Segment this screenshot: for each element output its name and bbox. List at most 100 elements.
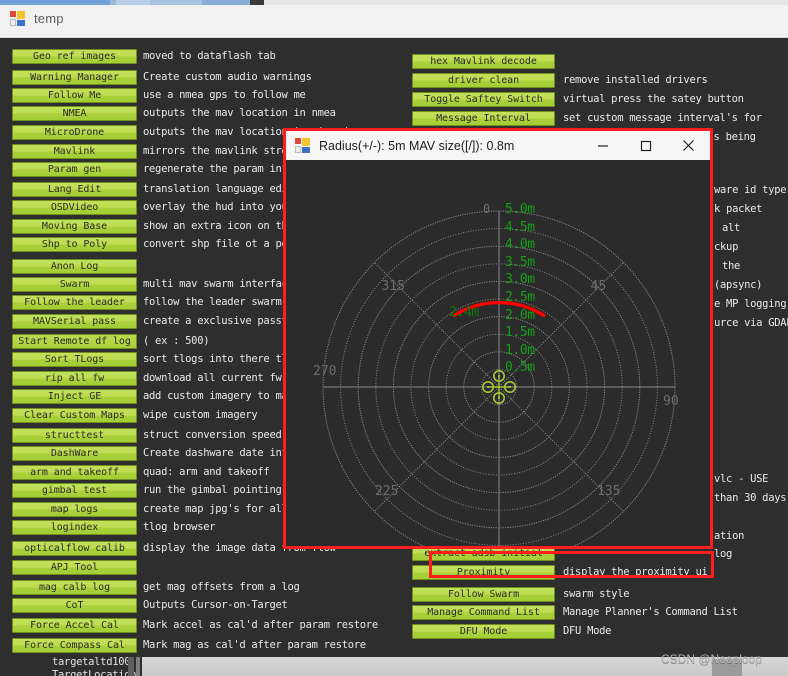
tool-button[interactable]: Follow Me bbox=[12, 88, 137, 103]
tool-description-clipped: vlc - USE bbox=[714, 473, 769, 485]
tool-button[interactable]: Param gen bbox=[12, 162, 137, 177]
host-tab-strip bbox=[0, 0, 788, 6]
tool-button[interactable]: opticalflow calib bbox=[12, 541, 137, 556]
minimize-icon[interactable] bbox=[581, 131, 624, 160]
tab-segment-4[interactable] bbox=[150, 0, 202, 5]
tool-button[interactable]: MAVSerial pass bbox=[12, 314, 137, 329]
tool-button[interactable]: Shp to Poly bbox=[12, 237, 137, 252]
tool-description: get mag offsets from a log bbox=[143, 581, 300, 593]
scrollbar-thumb[interactable] bbox=[136, 657, 140, 676]
tool-description: mirrors the mavlink stream bbox=[143, 145, 300, 157]
tool-description-clipped: urce via GDAL bbox=[714, 317, 788, 329]
tool-button[interactable]: Mavlink bbox=[12, 144, 137, 159]
tool-description-clipped: (apsync) bbox=[714, 279, 763, 291]
tool-button[interactable]: NMEA bbox=[12, 106, 137, 121]
tool-description-clipped: ware id type bbox=[714, 184, 787, 196]
tool-button[interactable]: Follow Swarm bbox=[412, 587, 555, 602]
tool-button[interactable]: Lang Edit bbox=[12, 182, 137, 197]
proximity-titlebar: Radius(+/-): 5m MAV size([/]): 0.8m bbox=[286, 131, 710, 160]
tool-description: use a nmea gps to follow me bbox=[143, 89, 306, 101]
tool-button[interactable]: Warning Manager bbox=[12, 70, 137, 85]
tab-segment-1[interactable] bbox=[0, 0, 110, 5]
tool-description-clipped: e MP logging bbox=[714, 298, 787, 310]
tool-button[interactable]: Sort TLogs bbox=[12, 352, 137, 367]
tool-button[interactable]: Force Accel Cal bbox=[12, 618, 137, 633]
tool-description: tlog browser bbox=[143, 521, 216, 533]
tab-segment-3[interactable] bbox=[116, 0, 150, 5]
tool-description-clipped: than 30 days bbox=[714, 492, 787, 504]
tool-description: regenerate the param info bbox=[143, 163, 294, 175]
tool-description: Mark accel as cal'd after param restore bbox=[143, 619, 378, 631]
tool-button[interactable]: logindex bbox=[12, 520, 137, 535]
tool-button[interactable]: MicroDrone bbox=[12, 125, 137, 140]
tool-button[interactable]: DFU Mode bbox=[412, 624, 555, 639]
tool-description: struct conversion speed bbox=[143, 429, 282, 441]
tool-description: Manage Planner's Command List bbox=[563, 606, 738, 618]
tool-description: outputs the mav location in nmea bbox=[143, 107, 336, 119]
tool-description: Create custom audio warnings bbox=[143, 71, 312, 83]
tool-description: quad: arm and takeoff bbox=[143, 466, 270, 478]
tool-description-clipped: ckup bbox=[714, 241, 739, 253]
screenshot-root: temp Geo ref images Warning Manager Follow… bbox=[0, 0, 788, 676]
app-window-icon bbox=[295, 137, 311, 154]
tool-description: add custom imagery to map bbox=[143, 390, 294, 402]
scrollbar-track[interactable] bbox=[128, 657, 134, 676]
tool-description-clipped: the bbox=[722, 260, 741, 272]
maximize-icon[interactable] bbox=[624, 131, 667, 160]
window-controls bbox=[581, 131, 710, 160]
bottom-strip-line2: TargetLocation bbox=[52, 669, 137, 676]
bottom-strip-line1: targetaltd100 bbox=[52, 657, 131, 668]
tool-description: swarm style bbox=[563, 588, 630, 600]
tool-description: download all current fw bbox=[143, 372, 282, 384]
tool-button[interactable]: hex Mavlink decode bbox=[412, 54, 555, 69]
proximity-window[interactable]: Radius(+/-): 5m MAV size([/]): 0.8m 5.0m… bbox=[283, 128, 713, 549]
tool-button[interactable]: Swarm bbox=[12, 277, 137, 292]
tool-description: Mark mag as cal'd after param restore bbox=[143, 639, 366, 651]
tool-button[interactable]: Manage Command List bbox=[412, 605, 555, 620]
tool-button[interactable]: Anon Log bbox=[12, 259, 137, 274]
tool-description: DFU Mode bbox=[563, 625, 612, 637]
tool-button[interactable]: APJ Tool bbox=[12, 560, 137, 575]
tool-description-clipped: log bbox=[714, 548, 733, 560]
tool-button[interactable]: Follow the leader bbox=[12, 295, 137, 310]
tool-button[interactable]: map logs bbox=[12, 502, 137, 517]
tool-button[interactable]: arm and takeoff bbox=[12, 465, 137, 480]
tool-button[interactable]: mag calb log bbox=[12, 580, 137, 595]
tool-button[interactable]: Toggle Saftey Switch bbox=[412, 92, 555, 107]
tool-button[interactable]: structtest bbox=[12, 428, 137, 443]
tool-button[interactable]: OSDVideo bbox=[12, 200, 137, 215]
tool-description: follow the leader swarm bbox=[143, 296, 282, 308]
proximity-window-title: Radius(+/-): 5m MAV size([/]): 0.8m bbox=[319, 138, 515, 153]
tool-description: display the proximity ui bbox=[563, 566, 708, 578]
tool-description: multi mav swarm interface bbox=[143, 278, 294, 290]
tool-button[interactable]: CoT bbox=[12, 598, 137, 613]
tool-button[interactable]: driver clean bbox=[412, 73, 555, 88]
tool-button[interactable]: Geo ref images bbox=[12, 49, 137, 64]
tab-segment-5[interactable] bbox=[202, 0, 250, 5]
tool-description-clipped: ation bbox=[714, 530, 745, 542]
tool-description: moved to dataflash tab bbox=[143, 50, 276, 62]
tool-description: translation language editor bbox=[143, 183, 306, 195]
radar-svg bbox=[322, 210, 676, 546]
proximity-button[interactable]: Proximity bbox=[412, 565, 555, 580]
tool-button[interactable]: DashWare bbox=[12, 446, 137, 461]
watermark: CSDN @Nooploop bbox=[661, 652, 762, 666]
tool-button[interactable]: Start Remote df log bbox=[12, 334, 137, 349]
tool-button[interactable]: Message Interval bbox=[412, 111, 555, 126]
tool-button[interactable]: gimbal test bbox=[12, 483, 137, 498]
tool-description: set custom message interval's for bbox=[563, 112, 762, 124]
tool-button[interactable]: Inject GE bbox=[12, 389, 137, 404]
tool-description: Create dashware date info bbox=[143, 447, 294, 459]
tool-description: Outputs Cursor-on-Target bbox=[143, 599, 288, 611]
tool-button[interactable]: Clear Custom Maps bbox=[12, 408, 137, 423]
tool-description: virtual press the satey button bbox=[563, 93, 744, 105]
tab-segment-gap bbox=[250, 0, 264, 5]
tool-description: remove installed drivers bbox=[563, 74, 708, 86]
close-icon[interactable] bbox=[667, 131, 710, 160]
tool-description: wipe custom imagery bbox=[143, 409, 258, 421]
tool-button[interactable]: Force Compass Cal bbox=[12, 638, 137, 653]
radar-canvas[interactable]: 5.0m 4.5m 4.0m 3.5m 3.0m 2.5m 2.0m 1.5m 1.0m 0.5m… bbox=[286, 160, 710, 546]
tool-description: convert shp file ot a poly bbox=[143, 238, 300, 250]
tool-button[interactable]: Moving Base bbox=[12, 219, 137, 234]
tool-button[interactable]: rip all fw bbox=[12, 371, 137, 386]
